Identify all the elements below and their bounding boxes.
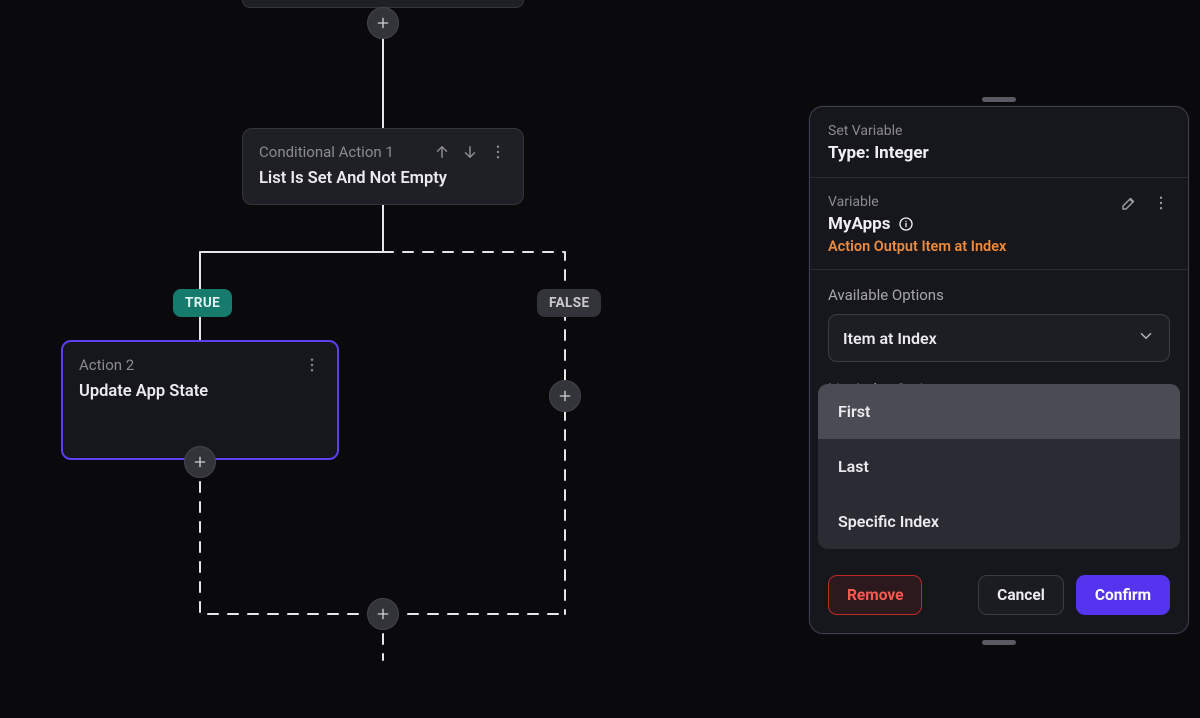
- set-variable-panel: Set Variable Type: Integer Variable MyAp…: [809, 106, 1189, 634]
- panel-footer: Remove Cancel Confirm: [810, 549, 1188, 615]
- cancel-button[interactable]: Cancel: [978, 575, 1064, 615]
- more-vert-icon[interactable]: [303, 356, 321, 374]
- available-options-label: Available Options: [828, 286, 1170, 304]
- node-title: Update App State: [79, 382, 321, 401]
- plus-icon: [192, 454, 208, 470]
- remove-button[interactable]: Remove: [828, 575, 922, 615]
- plus-icon: [375, 15, 391, 31]
- variable-name: MyApps: [828, 214, 890, 234]
- panel-eyebrow: Set Variable: [828, 123, 1170, 139]
- node-action2[interactable]: Action 2 Update App State: [61, 340, 339, 460]
- arrow-down-icon[interactable]: [461, 143, 479, 161]
- info-icon[interactable]: [898, 216, 914, 232]
- available-options-section: Available Options Item at Index List Ind…: [810, 270, 1188, 388]
- chevron-down-icon: [1137, 327, 1155, 349]
- edit-icon[interactable]: [1120, 194, 1138, 212]
- node-conditional[interactable]: Conditional Action 1 List Is Set And Not…: [242, 128, 524, 205]
- branch-true-badge: TRUE: [173, 289, 232, 317]
- arrow-up-icon[interactable]: [433, 143, 451, 161]
- node-eyebrow: Conditional Action 1: [259, 143, 394, 161]
- variable-label: Variable: [828, 194, 1006, 210]
- drag-handle-icon[interactable]: [982, 97, 1016, 102]
- dropdown-item-specific[interactable]: Specific Index: [818, 494, 1180, 549]
- add-step-button-after-action2[interactable]: [184, 446, 216, 478]
- selected-option-text: Item at Index: [843, 329, 937, 348]
- dropdown-item-first[interactable]: First: [818, 384, 1180, 439]
- more-vert-icon[interactable]: [489, 143, 507, 161]
- add-step-button-top[interactable]: [367, 7, 399, 39]
- dropdown-item-last[interactable]: Last: [818, 439, 1180, 494]
- more-vert-icon[interactable]: [1152, 194, 1170, 212]
- node-title: List Is Set And Not Empty: [259, 169, 507, 188]
- variable-source: Action Output Item at Index: [828, 238, 1006, 255]
- index-options-dropdown: First Last Specific Index: [818, 384, 1180, 549]
- branch-false-badge: FALSE: [537, 289, 601, 317]
- variable-block: Variable MyApps Action Output Item at In…: [810, 178, 1188, 270]
- confirm-button[interactable]: Confirm: [1076, 575, 1170, 615]
- add-step-button-merge[interactable]: [367, 598, 399, 630]
- workflow-canvas[interactable]: Conditional Action 1 List Is Set And Not…: [0, 0, 1200, 718]
- plus-icon: [375, 606, 391, 622]
- drag-handle-icon[interactable]: [982, 640, 1016, 645]
- add-step-button-false-branch[interactable]: [549, 380, 581, 412]
- available-options-select[interactable]: Item at Index: [828, 314, 1170, 362]
- panel-heading: Type: Integer: [828, 143, 1170, 163]
- node-eyebrow: Action 2: [79, 356, 134, 374]
- panel-header: Set Variable Type: Integer: [810, 107, 1188, 178]
- plus-icon: [557, 388, 573, 404]
